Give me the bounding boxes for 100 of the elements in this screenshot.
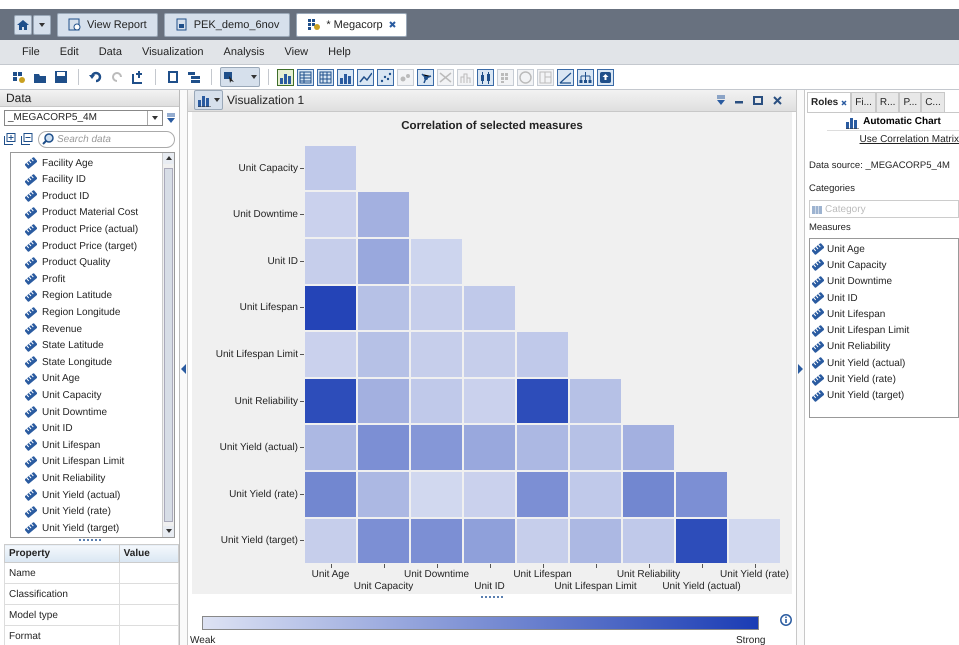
heatmap-cell[interactable] — [675, 471, 728, 518]
heatmap-cell[interactable] — [463, 331, 516, 378]
undo-icon[interactable] — [89, 70, 103, 84]
heatmap-cell[interactable] — [410, 331, 463, 378]
menu-item[interactable]: Visualization — [134, 46, 212, 58]
heatmap-cell[interactable] — [516, 331, 569, 378]
correlation-link[interactable]: Use Correlation Matrix — [807, 131, 959, 148]
collapse-all-icon[interactable] — [21, 133, 33, 146]
heatmap-cell[interactable] — [622, 471, 675, 518]
field-list-item[interactable]: Product Material Cost — [25, 204, 162, 222]
object-dropdown-button[interactable] — [220, 67, 260, 87]
measure-item[interactable]: Unit Yield (actual) — [812, 355, 956, 372]
scrollbar[interactable] — [162, 152, 174, 537]
field-list-item[interactable]: Unit Yield (rate) — [25, 503, 162, 520]
panel-tab[interactable]: P... — [899, 92, 922, 112]
resize-grip[interactable] — [481, 596, 503, 600]
field-list-item[interactable]: State Latitude — [25, 337, 162, 354]
field-list-item[interactable]: Unit Downtime — [25, 404, 162, 420]
heatmap-cell[interactable] — [304, 331, 357, 378]
menu-item[interactable]: Analysis — [216, 46, 272, 58]
heatmap-cell[interactable] — [516, 518, 569, 564]
heatmap-cell[interactable] — [357, 424, 410, 472]
heatmap-cell[interactable] — [410, 471, 463, 518]
field-list-item[interactable]: Unit Age — [25, 370, 162, 388]
close-icon[interactable] — [773, 96, 782, 105]
heatmap-cell[interactable] — [410, 284, 463, 332]
panel-tab[interactable]: C... — [921, 92, 945, 112]
dropdown-button[interactable] — [33, 14, 51, 34]
field-list-item[interactable]: Revenue — [25, 320, 162, 338]
chart-type-button[interactable] — [477, 68, 494, 86]
heatmap-cell[interactable] — [463, 424, 516, 472]
panel-icon[interactable] — [166, 70, 180, 84]
heatmap-cell[interactable] — [304, 471, 357, 518]
measure-item[interactable]: Unit Downtime — [812, 274, 956, 290]
chart-type-button[interactable]: Automatic Chart — [827, 113, 959, 131]
field-list-item[interactable]: Unit Lifespan — [25, 436, 162, 454]
heatmap-cell[interactable] — [304, 424, 357, 472]
maximize-icon[interactable] — [753, 96, 763, 105]
heatmap-cell[interactable] — [463, 378, 516, 424]
chart-type-button[interactable] — [297, 68, 314, 86]
menu-item[interactable]: File — [14, 46, 48, 58]
heatmap-cell[interactable] — [304, 518, 357, 564]
chart-type-button[interactable] — [337, 68, 354, 86]
measure-item[interactable]: Unit Lifespan — [812, 306, 956, 322]
chart-type-button[interactable] — [577, 68, 594, 86]
search-field[interactable]: Search data — [38, 130, 175, 148]
field-list-item[interactable]: Unit Reliability — [25, 470, 162, 487]
panel-tab[interactable]: R... — [876, 92, 900, 112]
measure-item[interactable]: Unit Reliability — [812, 338, 956, 356]
heatmap-cell[interactable] — [622, 424, 675, 472]
heatmap-cell[interactable] — [516, 471, 569, 518]
heatmap-cell[interactable] — [357, 518, 410, 564]
layers-icon[interactable] — [187, 70, 201, 84]
chart-type-button[interactable] — [317, 68, 334, 86]
menu-item[interactable]: View — [276, 46, 316, 58]
field-list-item[interactable]: Product Quality — [25, 254, 162, 272]
field-list-item[interactable]: Facility Age — [25, 154, 162, 172]
heatmap-cell[interactable] — [304, 191, 357, 238]
chart-type-button[interactable] — [277, 68, 294, 86]
export-icon[interactable] — [131, 70, 145, 84]
heatmap-cell[interactable] — [357, 331, 410, 378]
expand-all-icon[interactable] — [4, 133, 16, 146]
heatmap-cell[interactable] — [304, 144, 357, 192]
field-list-item[interactable]: Unit Capacity — [25, 387, 162, 404]
menu-item[interactable]: Data — [90, 46, 130, 58]
field-list-item[interactable]: Product Price (target) — [25, 238, 162, 254]
field-list-item[interactable]: Region Longitude — [25, 304, 162, 321]
field-list-item[interactable]: Product Price (actual) — [25, 221, 162, 238]
heatmap-cell[interactable] — [569, 378, 622, 424]
heatmap-cell[interactable] — [410, 424, 463, 472]
chart-type-button[interactable] — [597, 68, 614, 86]
heatmap-cell[interactable] — [357, 378, 410, 424]
options-menu-icon[interactable] — [167, 112, 175, 123]
chart-type-button[interactable] — [357, 68, 374, 86]
measure-item[interactable]: Unit ID — [812, 290, 956, 306]
heatmap-cell[interactable] — [728, 518, 781, 564]
field-list-item[interactable]: Unit Lifespan Limit — [25, 454, 162, 470]
heatmap-cell[interactable] — [463, 518, 516, 564]
heatmap-cell[interactable] — [516, 424, 569, 472]
info-icon[interactable] — [780, 614, 792, 626]
heatmap-cell[interactable] — [357, 471, 410, 518]
panel-tab[interactable]: Fi... — [851, 92, 876, 112]
document-tab[interactable]: View Report — [57, 12, 158, 36]
heatmap-cell[interactable] — [410, 518, 463, 564]
chart-type-button[interactable] — [417, 68, 434, 86]
close-icon[interactable] — [841, 100, 848, 106]
menu-item[interactable]: Help — [320, 46, 359, 58]
document-tab[interactable]: * Megacorp — [296, 12, 407, 36]
panel-tab[interactable]: Roles — [807, 92, 852, 112]
filter-menu-icon[interactable] — [717, 95, 725, 106]
save-icon[interactable] — [54, 70, 68, 84]
redo-icon[interactable] — [110, 70, 124, 84]
measure-item[interactable]: Unit Yield (target) — [812, 388, 956, 404]
heatmap-cell[interactable] — [304, 238, 357, 285]
heatmap-cell[interactable] — [357, 284, 410, 332]
heatmap-cell[interactable] — [516, 378, 569, 424]
close-icon[interactable] — [388, 21, 396, 28]
measure-item[interactable]: Unit Capacity — [812, 257, 956, 274]
heatmap-cell[interactable] — [675, 518, 728, 564]
field-list-item[interactable]: Unit Yield (target) — [25, 520, 162, 537]
